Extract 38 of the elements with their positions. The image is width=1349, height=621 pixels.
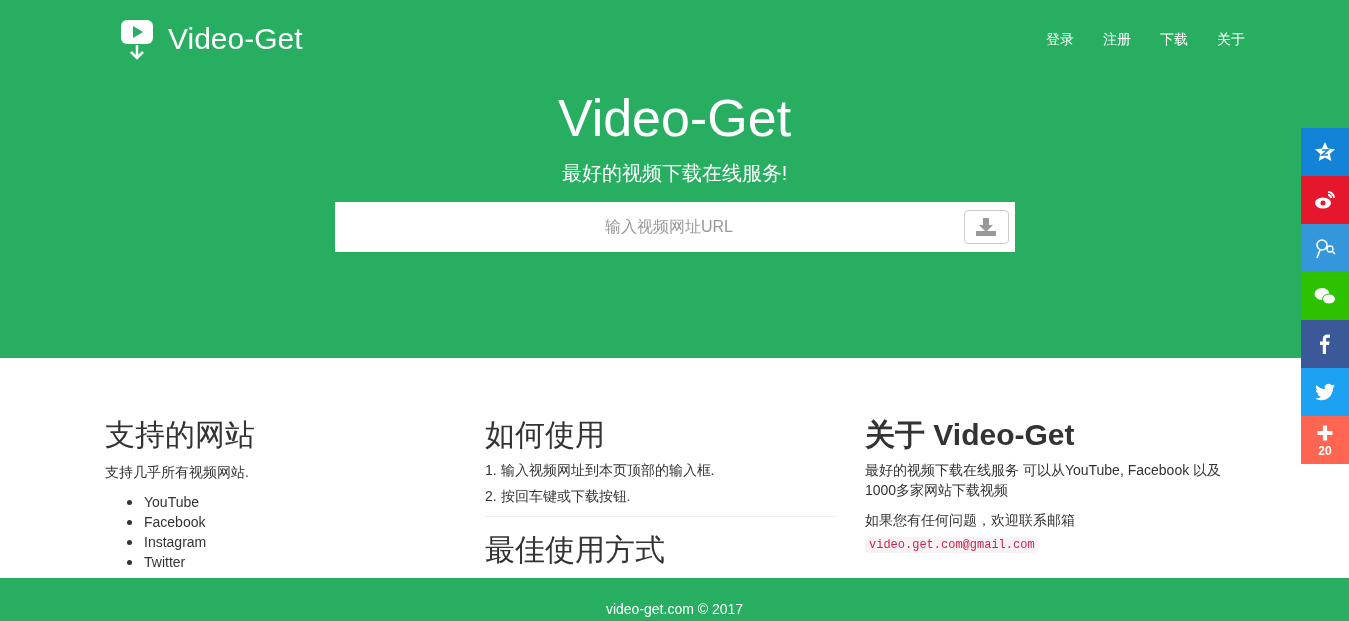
hero-subtitle: 最好的视频下载在线服务! bbox=[561, 161, 788, 186]
brand-name[interactable]: Video-Get bbox=[168, 24, 303, 54]
share-button[interactable] bbox=[1301, 320, 1349, 368]
section-heading: 关于 Video-Get bbox=[865, 417, 1076, 453]
share-button[interactable] bbox=[1301, 128, 1349, 176]
site-name: Twitter bbox=[144, 553, 186, 572]
plus-icon bbox=[1315, 423, 1335, 443]
section-heading: 支持的网站 bbox=[105, 417, 256, 453]
nav-link[interactable]: 下载 bbox=[1160, 28, 1188, 50]
section-heading: 最佳使用方式 bbox=[485, 531, 666, 568]
bullet-icon bbox=[127, 540, 132, 545]
download-button[interactable] bbox=[963, 210, 1009, 244]
share-button[interactable] bbox=[1301, 368, 1349, 416]
site-name: Instagram bbox=[144, 533, 207, 552]
bullet-icon bbox=[127, 500, 132, 505]
share-button[interactable]: 20 bbox=[1301, 416, 1349, 464]
site-name: Facebook bbox=[144, 513, 206, 532]
download-icon bbox=[976, 218, 996, 236]
nav-link[interactable]: 注册 bbox=[1103, 28, 1131, 50]
about-text: 最好的视频下载在线服务 可以从YouTube, Facebook 以及1000多家网站下载视频 bbox=[865, 460, 1223, 500]
step-text: 1. 输入视频网址到本页顶部的输入框. bbox=[485, 460, 716, 480]
nav-link[interactable]: 关于 bbox=[1217, 28, 1245, 50]
step-text: 2. 按回车键或下载按钮. bbox=[485, 486, 632, 506]
logo-icon bbox=[120, 18, 154, 60]
share-count: 20 bbox=[1318, 445, 1332, 457]
site-name: YouTube bbox=[144, 493, 199, 512]
hero-title: Video-Get bbox=[557, 92, 792, 144]
star-icon bbox=[1313, 140, 1337, 164]
share-button[interactable] bbox=[1301, 176, 1349, 224]
section-text: 支持几乎所有视频网站. bbox=[105, 462, 250, 482]
section-heading: 如何使用 bbox=[485, 417, 606, 453]
contact-text: 如果您有任何问题，欢迎联系邮箱 bbox=[865, 510, 1076, 530]
bullet-icon bbox=[127, 520, 132, 525]
nav-link[interactable]: 登录 bbox=[1046, 28, 1074, 50]
footer-text: video-get.com © 2017 bbox=[605, 600, 744, 619]
bullet-icon bbox=[127, 560, 132, 565]
email-address: video.get.com@gmail.com bbox=[865, 536, 1039, 553]
share-button[interactable] bbox=[1301, 224, 1349, 272]
